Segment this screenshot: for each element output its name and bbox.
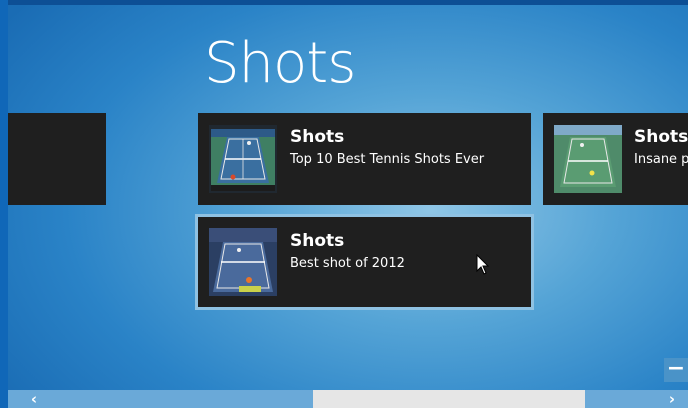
video-tile[interactable]: Shots Top 10 Best Tennis Shots Ever [198,113,531,205]
tile-description: Best shot of 2012 [290,256,405,271]
video-tile[interactable]: Shots Insane p [543,113,688,205]
scroll-right-icon[interactable]: › [662,390,682,408]
tennis-thumbnail [209,125,277,193]
tennis-thumbnail [554,125,622,193]
page-title: Shots [204,31,356,96]
horizontal-scrollbar[interactable]: ‹ › [8,390,688,408]
app-window: Shots Shots Top 10 Best Tennis Shots Eve… [0,0,688,408]
window-frame-top [0,0,688,5]
semantic-zoom-button[interactable]: − [664,358,688,382]
scrollbar-thumb[interactable] [313,390,585,408]
tennis-thumbnail [209,228,277,296]
tile-description: Insane p [634,152,688,167]
scroll-left-icon[interactable]: ‹ [24,390,44,408]
mouse-cursor-icon [476,253,490,280]
window-frame-left [0,0,8,408]
tile-offscreen-left[interactable] [8,113,106,205]
tile-title: Shots [290,231,345,251]
tile-description: Top 10 Best Tennis Shots Ever [290,152,485,167]
tile-title: Shots [290,127,345,147]
tile-title: Shots [634,127,688,147]
